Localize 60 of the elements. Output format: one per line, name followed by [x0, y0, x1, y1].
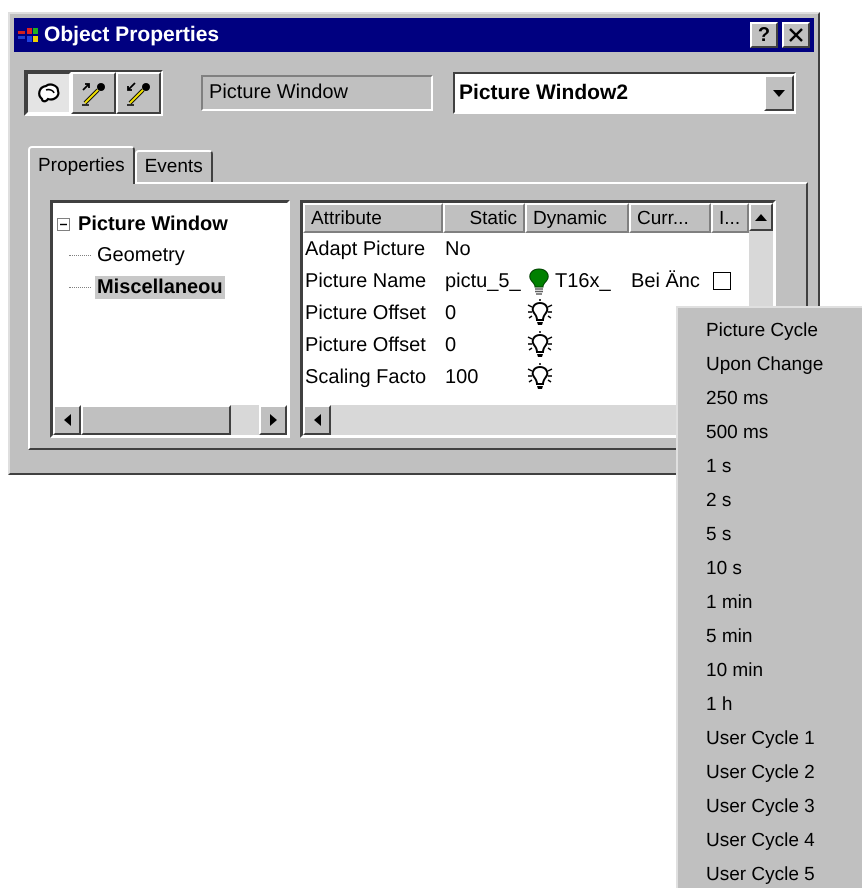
menu-item[interactable]: User Cycle 3 [706, 790, 862, 824]
column-header[interactable]: Dynamic [525, 203, 629, 233]
app-icon [18, 25, 40, 45]
menu-item[interactable]: 5 s [706, 518, 862, 552]
horizontal-scrollbar[interactable] [53, 405, 287, 435]
column-header[interactable]: Attribute [303, 203, 443, 233]
menu-item[interactable]: 10 s [706, 552, 862, 586]
menu-item[interactable]: 1 s [706, 450, 862, 484]
lightbulb-icon[interactable] [527, 267, 551, 295]
tree-item[interactable]: Miscellaneou [95, 276, 225, 298]
table-cell-text: Scaling Facto [304, 366, 428, 388]
menu-item[interactable]: 1 min [706, 586, 862, 620]
shape-icon [36, 81, 62, 105]
menu-item[interactable]: 500 ms [706, 416, 862, 450]
lightbulb-icon[interactable] [527, 299, 553, 327]
right-arrow-icon [270, 414, 276, 426]
column-header[interactable]: I... [711, 203, 749, 233]
left-arrow-icon [314, 414, 320, 426]
object-type-field: Picture Window [201, 75, 433, 111]
menu-item[interactable]: User Cycle 2 [706, 756, 862, 790]
column-header[interactable]: Curr... [629, 203, 711, 233]
window-title: Object Properties [44, 23, 220, 47]
checkbox[interactable] [713, 272, 731, 290]
table-cell-text: Picture Name [304, 270, 428, 292]
up-arrow-icon [755, 214, 767, 220]
close-icon [788, 28, 804, 42]
menu-item[interactable]: 1 h [706, 688, 862, 722]
menu-item[interactable]: 5 min [706, 620, 862, 654]
left-arrow-icon [64, 414, 70, 426]
table-cell-text: No [444, 238, 472, 260]
collapse-icon[interactable] [57, 218, 70, 230]
toolbar-button[interactable] [26, 72, 71, 114]
menu-item[interactable]: User Cycle 1 [706, 722, 862, 756]
menu-item[interactable]: Upon Change [706, 348, 862, 382]
table-cell-text: Picture Offset [304, 334, 427, 356]
dropdown-arrow-icon [773, 90, 785, 96]
help-button[interactable]: ? [750, 22, 778, 48]
menu-item[interactable]: 250 ms [706, 382, 862, 416]
menu-item[interactable]: 10 min [706, 654, 862, 688]
table-cell-text: pictu_5_ [444, 270, 522, 292]
tree-item[interactable]: Geometry [95, 244, 187, 266]
table-cell-text: Adapt Picture [304, 238, 426, 260]
menu-item[interactable]: Picture Cycle [706, 314, 862, 348]
menu-item[interactable]: User Cycle 4 [706, 824, 862, 858]
object-name-dropdown[interactable]: Picture Window2 [453, 72, 796, 114]
lightbulb-icon[interactable] [527, 331, 553, 359]
table-cell-text: 0 [444, 334, 458, 356]
table-cell: T16x_ [555, 270, 611, 292]
table-cell-text: Picture Offset [304, 302, 427, 324]
lightbulb-icon[interactable] [527, 363, 553, 391]
table-cell-text: 100 [444, 366, 480, 388]
tab[interactable]: Events [134, 150, 213, 182]
table-cell-text: 0 [444, 302, 458, 324]
tab[interactable]: Properties [28, 146, 135, 184]
column-header[interactable]: Static [443, 203, 525, 233]
tree-item[interactable]: Picture Window [76, 212, 230, 236]
menu-item[interactable]: 2 s [706, 484, 862, 518]
close-button[interactable] [782, 22, 810, 48]
menu-item[interactable]: User Cycle 5 [706, 858, 862, 888]
table-cell: Bei Änc [631, 270, 700, 292]
